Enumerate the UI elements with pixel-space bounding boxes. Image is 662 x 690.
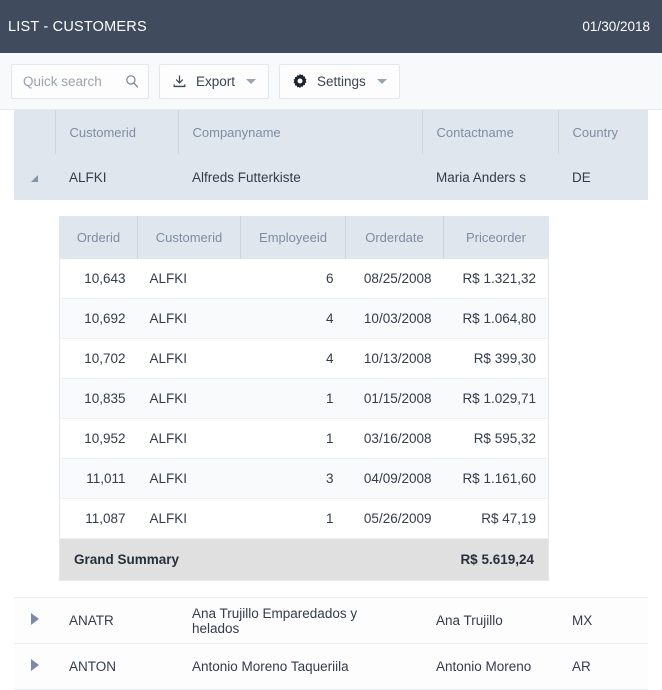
cell-priceorder: R$ 47,19 xyxy=(444,499,549,539)
cell-priceorder: R$ 1.029,71 xyxy=(444,379,549,419)
cell-employeeid: 4 xyxy=(241,339,346,379)
cell-priceorder: R$ 1.321,32 xyxy=(444,259,549,299)
chevron-down-icon xyxy=(377,79,387,84)
cell-country: DE xyxy=(558,154,648,200)
cell-orderid: 10,692 xyxy=(60,299,138,339)
cell-orderdate: 10/03/2008 xyxy=(346,299,444,339)
header-date: 01/30/2018 xyxy=(582,19,650,34)
cell-orderid: 10,952 xyxy=(60,419,138,459)
cell-orderdate: 05/26/2009 xyxy=(346,499,444,539)
cell-employeeid: 1 xyxy=(241,379,346,419)
column-header-expand xyxy=(14,110,55,154)
app-title-bar: LIST - CUSTOMERS 01/30/2018 xyxy=(0,0,662,53)
collapsed-triangle-icon xyxy=(31,613,39,625)
row-expand-toggle[interactable] xyxy=(14,598,55,644)
cell-orderid: 11,087 xyxy=(60,499,138,539)
detail-row: Orderid Customerid Employeeid Orderdate … xyxy=(14,200,648,598)
chevron-down-icon xyxy=(246,79,256,84)
column-header-country[interactable]: Country xyxy=(558,110,648,154)
orders-grid-body: 10,643 ALFKI 6 08/25/2008 R$ 1.321,32 10… xyxy=(60,259,549,539)
cell-employeeid: 3 xyxy=(241,459,346,499)
cell-customerid: ALFKI xyxy=(138,259,241,299)
cell-orderid: 11,011 xyxy=(60,459,138,499)
collapsed-triangle-icon xyxy=(31,659,39,671)
orders-grid-header-row: Orderid Customerid Employeeid Orderdate … xyxy=(60,217,549,259)
download-icon xyxy=(172,74,187,89)
column-header-customerid[interactable]: Customerid xyxy=(55,110,178,154)
cell-contactname: Maria Anders s xyxy=(422,154,558,200)
toolbar: Export Settings xyxy=(0,53,662,110)
grand-summary-row: Grand Summary R$ 5.619,24 xyxy=(60,539,549,581)
cell-customerid: ALFKI xyxy=(138,379,241,419)
page-title: LIST - CUSTOMERS xyxy=(8,19,147,35)
grand-summary-value: R$ 5.619,24 xyxy=(346,539,549,581)
cell-customerid: ALFKI xyxy=(138,339,241,379)
settings-button-label: Settings xyxy=(317,74,366,89)
cell-orderid: 10,643 xyxy=(60,259,138,299)
search-icon xyxy=(125,74,140,89)
cell-customerid: ALFKI xyxy=(55,154,178,200)
cell-employeeid: 1 xyxy=(241,499,346,539)
cell-employeeid: 1 xyxy=(241,419,346,459)
table-row[interactable]: 11,087 ALFKI 1 05/26/2009 R$ 47,19 xyxy=(60,499,549,539)
column-header-companyname[interactable]: Companyname xyxy=(178,110,422,154)
cell-companyname: Alfreds Futterkiste xyxy=(178,154,422,200)
table-row[interactable]: 11,011 ALFKI 3 04/09/2008 R$ 1.161,60 xyxy=(60,459,549,499)
cell-orderdate: 03/16/2008 xyxy=(346,419,444,459)
quick-search-box[interactable] xyxy=(11,64,149,99)
row-expand-toggle[interactable] xyxy=(14,154,55,200)
cell-orderdate: 01/15/2008 xyxy=(346,379,444,419)
cell-customerid: ALFKI xyxy=(138,499,241,539)
cell-orderdate: 10/13/2008 xyxy=(346,339,444,379)
export-button[interactable]: Export xyxy=(159,64,269,99)
cell-customerid: ANATR xyxy=(55,598,178,644)
table-row[interactable]: ALFKI Alfreds Futterkiste Maria Anders s… xyxy=(14,154,648,200)
table-row[interactable]: 10,702 ALFKI 4 10/13/2008 R$ 399,30 xyxy=(60,339,549,379)
column-header-employeeid[interactable]: Employeeid xyxy=(241,217,346,259)
cell-orderid: 10,835 xyxy=(60,379,138,419)
cell-employeeid: 4 xyxy=(241,299,346,339)
cell-orderdate: 08/25/2008 xyxy=(346,259,444,299)
cell-customerid: ALFKI xyxy=(138,459,241,499)
cell-contactname: Ana Trujillo xyxy=(422,598,558,644)
table-row[interactable]: 10,952 ALFKI 1 03/16/2008 R$ 595,32 xyxy=(60,419,549,459)
grand-summary-label: Grand Summary xyxy=(60,539,346,581)
expanded-triangle-icon xyxy=(31,175,38,182)
column-header-orderid[interactable]: Orderid xyxy=(60,217,138,259)
column-header-orderdate[interactable]: Orderdate xyxy=(346,217,444,259)
cell-orderdate: 04/09/2008 xyxy=(346,459,444,499)
customers-grid-container: Customerid Companyname Contactname Count… xyxy=(0,110,662,690)
table-row[interactable]: 10,835 ALFKI 1 01/15/2008 R$ 1.029,71 xyxy=(60,379,549,419)
gear-icon xyxy=(292,73,308,89)
cell-employeeid: 6 xyxy=(241,259,346,299)
export-button-label: Export xyxy=(196,74,235,89)
search-input[interactable] xyxy=(23,74,125,89)
table-row[interactable]: 10,643 ALFKI 6 08/25/2008 R$ 1.321,32 xyxy=(60,259,549,299)
cell-customerid: ALFKI xyxy=(138,299,241,339)
cell-orderid: 10,702 xyxy=(60,339,138,379)
cell-country: MX xyxy=(558,598,648,644)
cell-priceorder: R$ 399,30 xyxy=(444,339,549,379)
customers-grid: Customerid Companyname Contactname Count… xyxy=(14,110,648,690)
settings-button[interactable]: Settings xyxy=(279,64,400,99)
orders-grid: Orderid Customerid Employeeid Orderdate … xyxy=(59,216,549,581)
cell-companyname: Ana Trujillo Emparedados y helados xyxy=(178,598,422,644)
table-row[interactable]: ANATR Ana Trujillo Emparedados y helados… xyxy=(14,598,648,644)
column-header-priceorder[interactable]: Priceorder xyxy=(444,217,549,259)
cell-customerid: ALFKI xyxy=(138,419,241,459)
cell-priceorder: R$ 595,32 xyxy=(444,419,549,459)
customers-grid-header-row: Customerid Companyname Contactname Count… xyxy=(14,110,648,154)
column-header-contactname[interactable]: Contactname xyxy=(422,110,558,154)
column-header-customerid[interactable]: Customerid xyxy=(138,217,241,259)
detail-panel: Orderid Customerid Employeeid Orderdate … xyxy=(14,200,648,598)
cell-priceorder: R$ 1.161,60 xyxy=(444,459,549,499)
cell-priceorder: R$ 1.064,80 xyxy=(444,299,549,339)
table-row[interactable]: 10,692 ALFKI 4 10/03/2008 R$ 1.064,80 xyxy=(60,299,549,339)
